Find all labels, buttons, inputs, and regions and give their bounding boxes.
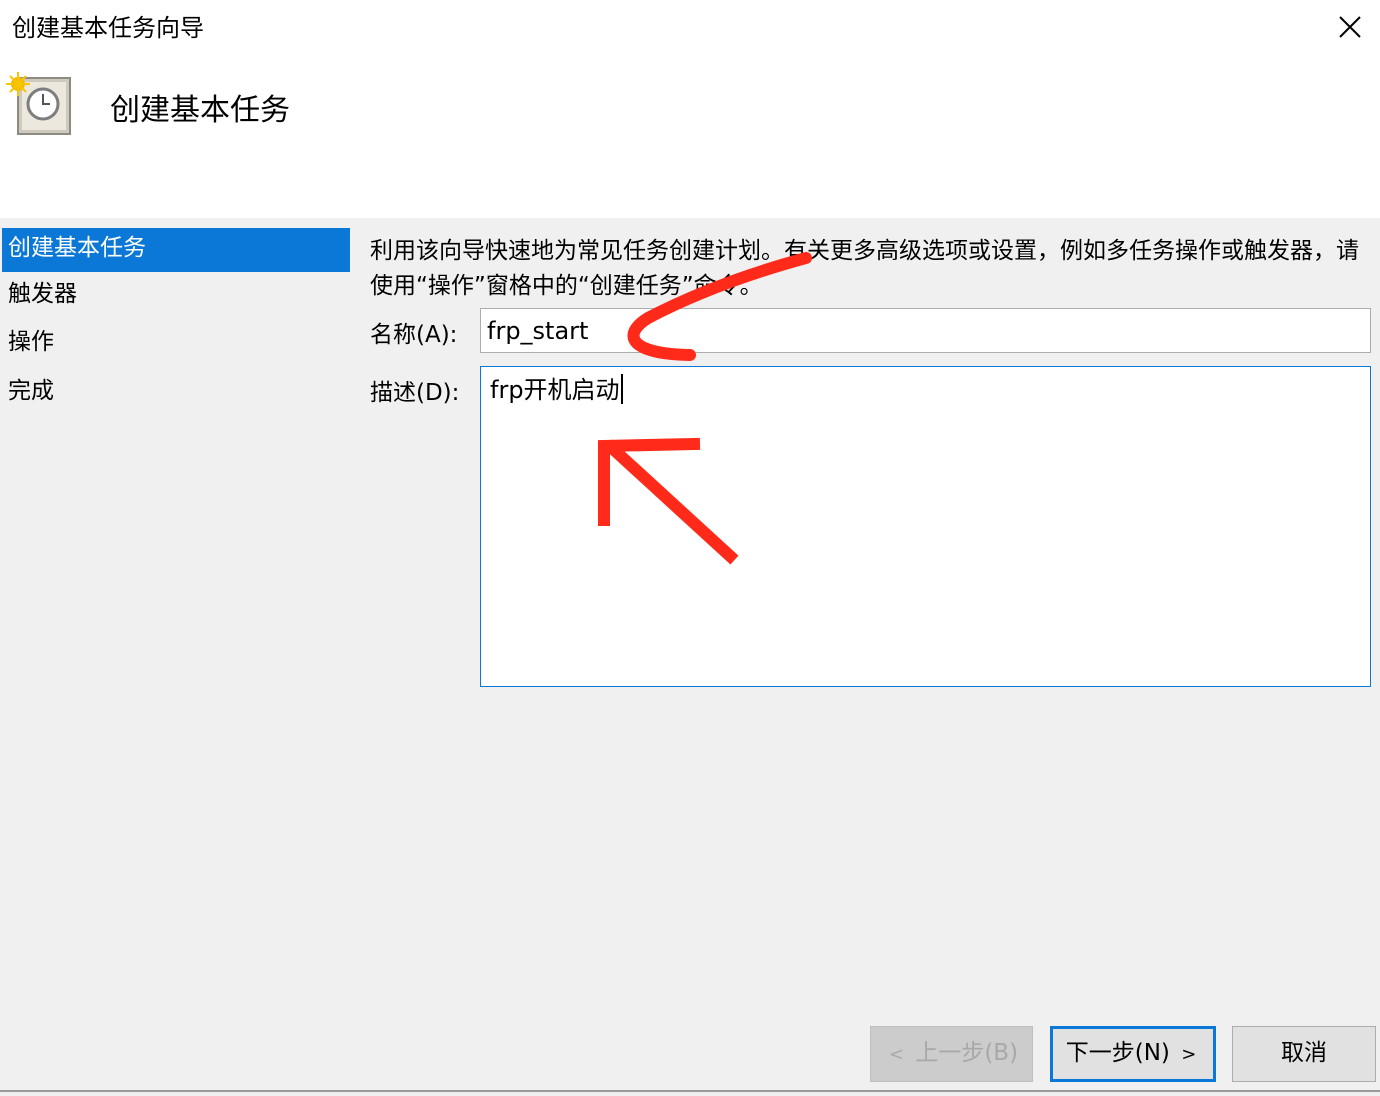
next-button[interactable]: 下一步(N) >: [1050, 1026, 1216, 1082]
name-label: 名称(A):: [370, 322, 458, 348]
next-chevron-icon: >: [1181, 1044, 1197, 1065]
description-textarea[interactable]: frp开机启动: [480, 366, 1371, 687]
step-trigger[interactable]: 触发器: [2, 274, 350, 318]
bottom-border: [0, 1090, 1380, 1092]
cancel-button-label: 取消: [1281, 1040, 1327, 1066]
cancel-button[interactable]: 取消: [1232, 1026, 1376, 1082]
back-chevron-icon: <: [888, 1044, 905, 1065]
back-button[interactable]: < 上一步(B): [870, 1026, 1033, 1082]
window-title: 创建基本任务向导: [12, 14, 204, 42]
name-input[interactable]: [480, 308, 1371, 353]
close-icon: [1339, 16, 1361, 38]
close-button[interactable]: [1322, 2, 1378, 52]
text-caret: [620, 374, 623, 404]
scheduled-task-clock-icon: [6, 72, 71, 135]
step-action[interactable]: 操作: [2, 322, 350, 366]
wizard-heading: 创建基本任务: [110, 93, 290, 128]
step-create-basic-task[interactable]: 创建基本任务: [2, 228, 350, 272]
description-text: frp开机启动: [490, 376, 620, 404]
step-finish[interactable]: 完成: [2, 371, 350, 415]
back-button-label: 上一步(B): [915, 1040, 1019, 1066]
description-label: 描述(D):: [370, 380, 460, 406]
next-button-label: 下一步(N): [1065, 1040, 1170, 1066]
wizard-header: 创建基本任务向导 创建基本任务: [0, 0, 1380, 218]
wizard-description: 利用该向导快速地为常见任务创建计划。有关更多高级选项或设置，例如多任务操作或触发…: [370, 238, 1359, 299]
